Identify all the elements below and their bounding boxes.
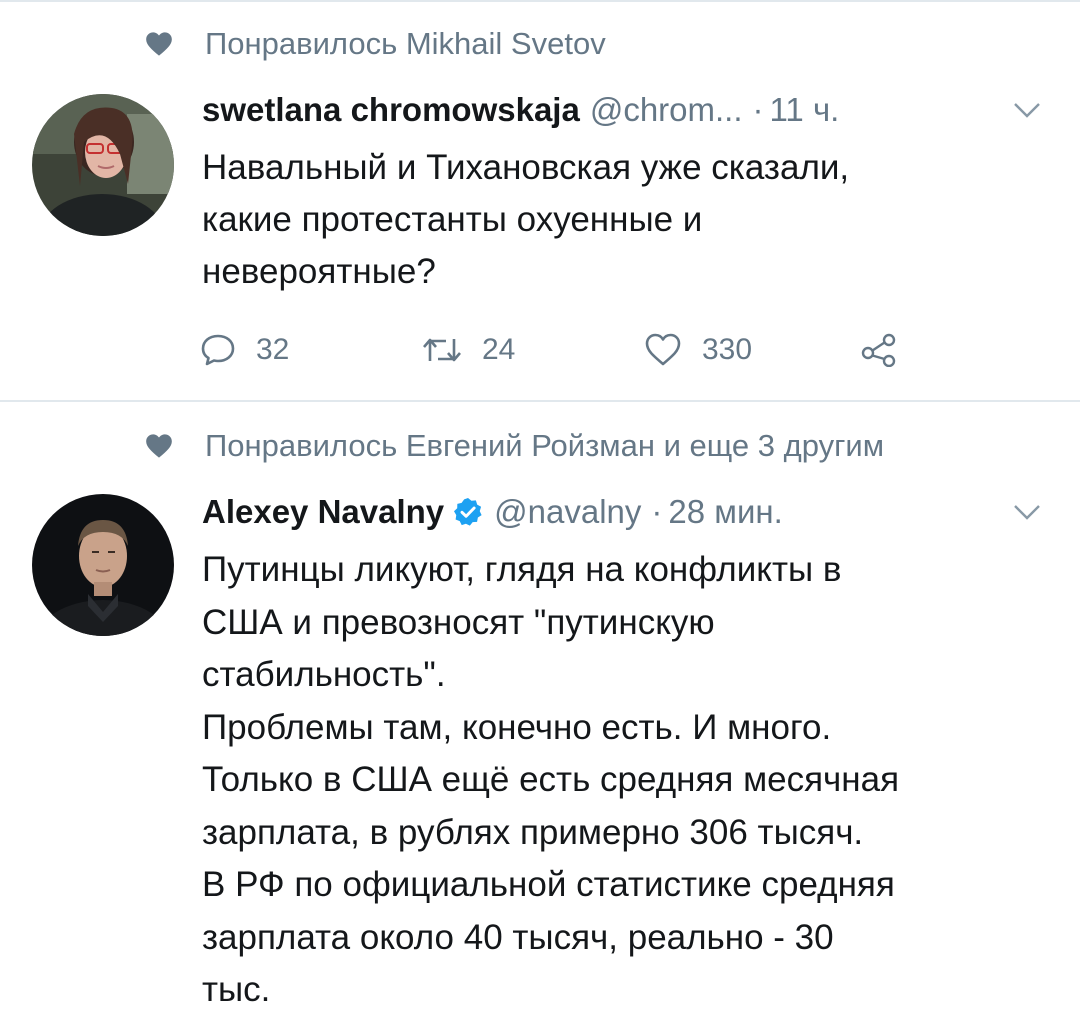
tweet-divider (0, 400, 1080, 402)
tweet-header: swetlana chromowskaja @chrom... · 11 ч. (202, 88, 1050, 132)
avatar-image (32, 94, 174, 236)
avatar[interactable] (32, 94, 174, 236)
tweet-text: Путинцы ликуют, глядя на конфликты в США… (202, 550, 900, 1009)
social-context[interactable]: Понравилось Евгений Ройзман и еще 3 друг… (145, 426, 884, 466)
share-icon (861, 333, 896, 367)
retweet-icon (423, 338, 461, 362)
action-bar: 32 24 330 (200, 328, 960, 372)
retweet-button[interactable]: 24 (422, 328, 515, 372)
share-button[interactable] (860, 328, 918, 372)
like-button[interactable]: 330 (644, 328, 752, 372)
author-handle[interactable]: @navalny (494, 493, 641, 531)
tweet-header: Alexey Navalny @navalny · 28 мин. (202, 490, 1050, 534)
avatar-image (32, 494, 174, 636)
chevron-down-icon[interactable] (1012, 100, 1042, 120)
tweet[interactable]: Понравилось Евгений Ройзман и еще 3 друг… (0, 404, 1080, 1029)
social-context-text: Понравилось Евгений Ройзман и еще 3 друг… (205, 428, 885, 463)
author-name[interactable]: Alexey Navalny (202, 493, 444, 531)
separator-dot: · (752, 91, 764, 128)
like-count: 330 (702, 333, 753, 366)
timestamp[interactable]: 11 ч. (770, 91, 840, 129)
retweet-count: 24 (482, 333, 516, 366)
timestamp[interactable]: 28 мин. (668, 493, 782, 531)
social-context-text: Понравилось Mikhail Svetov (205, 26, 606, 61)
reply-count: 32 (256, 333, 290, 366)
heart-icon (645, 333, 681, 366)
heart-filled-icon (146, 32, 172, 56)
tweet-text: Навальный и Тихановская уже сказали, как… (202, 148, 850, 291)
tweet[interactable]: Понравилось Mikhail Svetov swetlana chro… (0, 0, 1080, 400)
author-name[interactable]: swetlana chromowskaja (202, 91, 580, 129)
social-context[interactable]: Понравилось Mikhail Svetov (145, 24, 606, 64)
reply-icon (201, 334, 235, 366)
author-handle[interactable]: @chrom... (590, 91, 743, 129)
heart-filled-icon (146, 434, 172, 458)
chevron-down-icon[interactable] (1012, 502, 1042, 522)
separator-dot: · (651, 493, 663, 530)
verified-badge-icon (454, 498, 482, 526)
reply-button[interactable]: 32 (200, 328, 289, 372)
avatar[interactable] (32, 494, 174, 636)
